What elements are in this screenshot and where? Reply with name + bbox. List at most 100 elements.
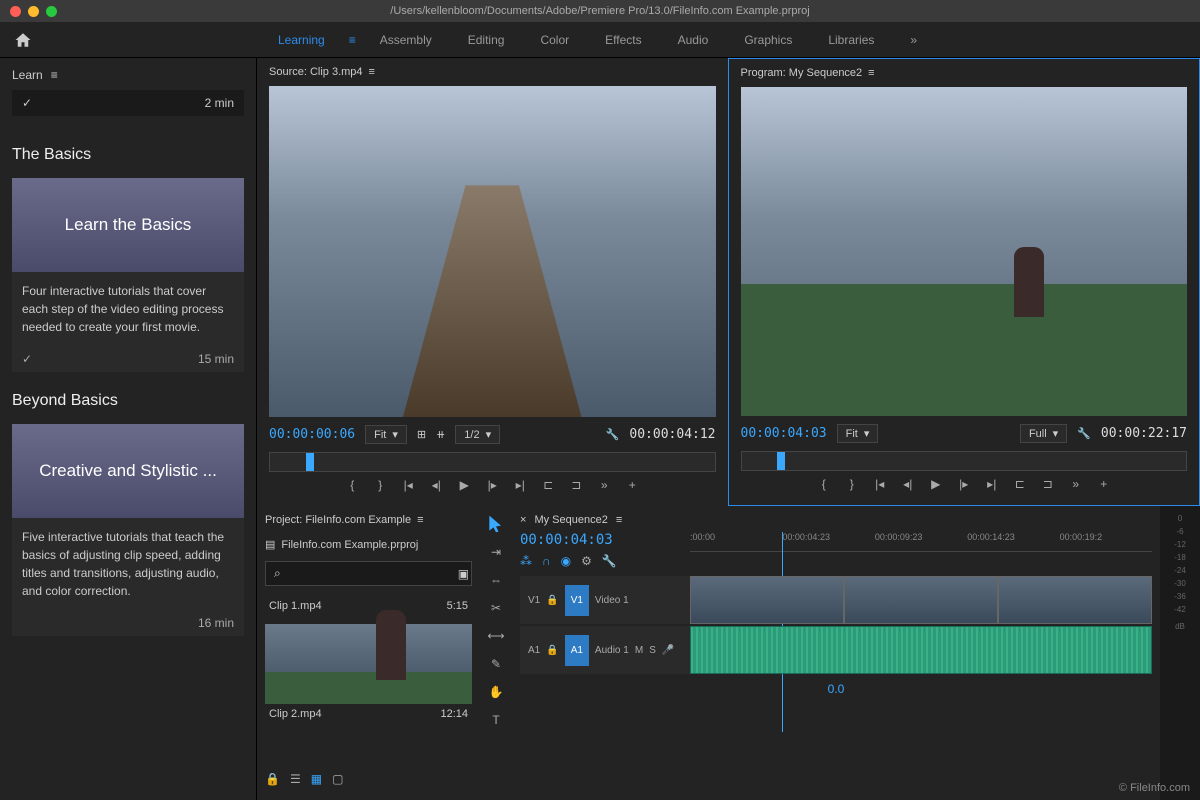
step-forward-button[interactable]: |▸ (485, 478, 499, 492)
intro-tutorial-row[interactable]: ✓ 2 min (12, 90, 244, 116)
overwrite-button[interactable]: ⊐ (569, 478, 583, 492)
home-icon[interactable] (14, 31, 32, 49)
step-forward-button[interactable]: |▸ (957, 477, 971, 491)
add-button[interactable]: + (625, 478, 639, 492)
extract-button[interactable]: ⊐ (1041, 477, 1055, 491)
program-quality-select[interactable]: Full▾ (1020, 424, 1067, 443)
marker-icon[interactable]: ⧺ (436, 428, 445, 441)
workspace-menu-icon[interactable]: ≡ (345, 25, 360, 55)
mark-in-button[interactable]: { (345, 478, 359, 492)
timeline-clip[interactable] (690, 576, 844, 624)
record-icon[interactable]: 🎤 (662, 645, 674, 656)
panel-menu-icon[interactable]: ≡ (616, 514, 622, 526)
timeline-clip[interactable] (844, 576, 998, 624)
go-to-in-button[interactable]: |◂ (401, 478, 415, 492)
source-zoom-select[interactable]: 1/2▾ (455, 425, 500, 444)
workspace-tab-effects[interactable]: Effects (589, 25, 657, 55)
track-select-tool[interactable]: ⇥ (486, 542, 506, 562)
timeline-ruler[interactable]: :00:00 00:00:04:23 00:00:09:23 00:00:14:… (690, 532, 1152, 552)
source-video-preview[interactable] (269, 86, 716, 417)
source-in-timecode[interactable]: 00:00:00:06 (269, 427, 355, 442)
linked-selection-icon[interactable]: ∩ (542, 554, 551, 568)
hand-tool[interactable]: ✋ (486, 682, 506, 702)
step-back-button[interactable]: ◂| (429, 478, 443, 492)
go-to-out-button[interactable]: ▸| (513, 478, 527, 492)
settings-icon[interactable]: ⊞ (417, 428, 426, 441)
workspace-tab-audio[interactable]: Audio (662, 25, 725, 55)
source-fit-select[interactable]: Fit▾ (365, 425, 407, 444)
track-header[interactable]: A1 🔒 A1 Audio 1 M S 🎤 (520, 626, 690, 674)
mark-out-button[interactable]: } (845, 477, 859, 491)
workspace-tab-editing[interactable]: Editing (452, 25, 521, 55)
search-input[interactable] (281, 566, 458, 581)
workspace-overflow-icon[interactable]: » (894, 25, 933, 55)
panel-menu-icon[interactable]: ≡ (417, 514, 423, 526)
panel-menu-icon[interactable]: ≡ (369, 66, 375, 78)
selection-tool[interactable] (486, 514, 506, 534)
panel-menu-icon[interactable]: ≡ (868, 67, 874, 79)
type-tool[interactable]: T (486, 710, 506, 730)
panel-menu-icon[interactable]: ≡ (51, 68, 58, 82)
close-window-button[interactable] (10, 6, 21, 17)
freeform-view-icon[interactable]: ▢ (332, 772, 343, 786)
more-button[interactable]: » (597, 478, 611, 492)
icon-view-icon[interactable]: ▦ (311, 772, 322, 786)
learn-panel-header[interactable]: Learn ≡ (12, 68, 244, 82)
program-scrubber[interactable] (741, 451, 1188, 471)
filter-icon[interactable]: ▣ (458, 567, 469, 581)
source-scrubber[interactable] (269, 452, 716, 472)
track-target[interactable]: V1 (565, 585, 589, 616)
add-button[interactable]: + (1097, 477, 1111, 491)
maximize-window-button[interactable] (46, 6, 57, 17)
list-view-icon[interactable]: ☰ (290, 772, 301, 786)
mute-button[interactable]: M (635, 645, 643, 656)
wrench-icon[interactable]: 🔧 (606, 428, 620, 441)
program-video-preview[interactable] (741, 87, 1188, 416)
workspace-tab-learning[interactable]: Learning (262, 25, 341, 55)
go-to-in-button[interactable]: |◂ (873, 477, 887, 491)
timeline-header[interactable]: × My Sequence2 ≡ (520, 514, 1152, 526)
track-target[interactable]: A1 (565, 635, 589, 666)
clip-item[interactable]: Clip 1.mp45:15 (265, 592, 472, 620)
tutorial-card-beyond[interactable]: Creative and Stylistic ... Five interact… (12, 424, 244, 636)
marker-icon[interactable]: ◉ (561, 554, 571, 568)
pen-tool[interactable]: ✎ (486, 654, 506, 674)
program-fit-select[interactable]: Fit▾ (837, 424, 879, 443)
solo-button[interactable]: S (649, 645, 656, 656)
timeline-timecode[interactable]: 00:00:04:03 (520, 532, 690, 548)
more-button[interactable]: » (1069, 477, 1083, 491)
settings-icon[interactable]: ⚙ (581, 554, 592, 568)
snap-icon[interactable]: ⁂ (520, 554, 532, 568)
clip-item[interactable]: Clip 2.mp412:14 (265, 620, 472, 728)
workspace-tab-assembly[interactable]: Assembly (364, 25, 448, 55)
track-header[interactable]: V1 🔒 V1 Video 1 (520, 576, 690, 624)
ripple-edit-tool[interactable]: ⇔ (486, 570, 506, 590)
wrench-icon[interactable]: 🔧 (602, 554, 617, 568)
minimize-window-button[interactable] (28, 6, 39, 17)
lift-button[interactable]: ⊏ (1013, 477, 1027, 491)
mark-in-button[interactable]: { (817, 477, 831, 491)
lock-icon[interactable]: 🔒 (546, 645, 558, 656)
workspace-tab-graphics[interactable]: Graphics (728, 25, 808, 55)
insert-button[interactable]: ⊏ (541, 478, 555, 492)
step-back-button[interactable]: ◂| (901, 477, 915, 491)
workspace-tab-libraries[interactable]: Libraries (812, 25, 890, 55)
track-source-label[interactable]: A1 (528, 645, 540, 656)
play-button[interactable]: ▶ (929, 477, 943, 491)
timeline-clip[interactable] (998, 576, 1152, 624)
timeline-zoom[interactable]: 0.0 (520, 676, 1152, 702)
track-source-label[interactable]: V1 (528, 595, 540, 606)
go-to-out-button[interactable]: ▸| (985, 477, 999, 491)
project-search[interactable]: ⌕ ▣ (265, 561, 472, 586)
wrench-icon[interactable]: 🔧 (1077, 427, 1091, 440)
tutorial-card-basics[interactable]: Learn the Basics Four interactive tutori… (12, 178, 244, 372)
timeline-audio-clip[interactable] (690, 626, 1152, 674)
lock-icon[interactable]: 🔒 (265, 772, 280, 786)
mark-out-button[interactable]: } (373, 478, 387, 492)
lock-icon[interactable]: 🔒 (546, 595, 558, 606)
play-button[interactable]: ▶ (457, 478, 471, 492)
slip-tool[interactable]: ⟷ (486, 626, 506, 646)
razor-tool[interactable]: ✂ (486, 598, 506, 618)
program-monitor-header[interactable]: Program: My Sequence2 ≡ (741, 67, 1188, 79)
workspace-tab-color[interactable]: Color (524, 25, 585, 55)
